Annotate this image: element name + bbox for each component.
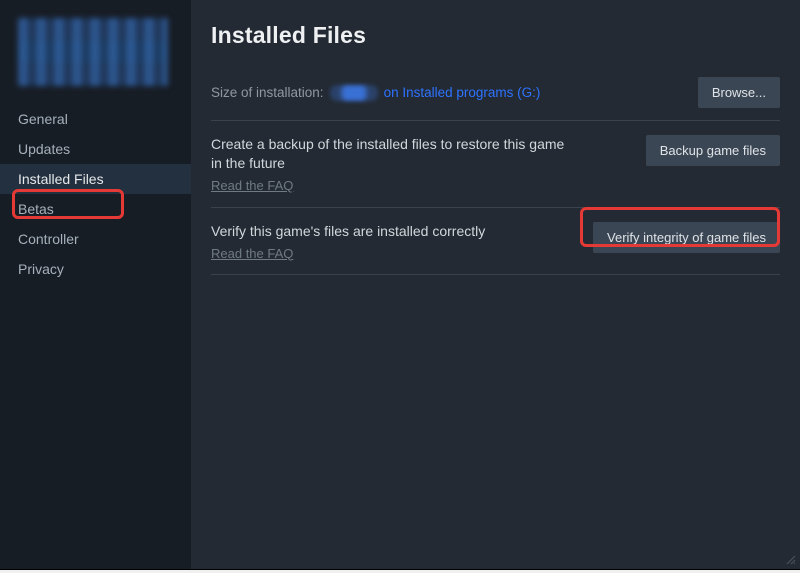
separator [211,120,780,121]
main-content: Installed Files Size of installation: on… [191,0,800,569]
verify-faq-link[interactable]: Read the FAQ [211,245,293,263]
sidebar: General Updates Installed Files Betas Co… [0,0,191,569]
sidebar-nav: General Updates Installed Files Betas Co… [0,104,191,284]
game-header-thumbnail [18,18,168,86]
properties-window: General Updates Installed Files Betas Co… [0,0,800,569]
backup-row: Create a backup of the installed files t… [211,135,780,195]
sidebar-item-privacy[interactable]: Privacy [0,254,191,284]
verify-row: Verify this game's files are installed c… [211,222,780,263]
page-title: Installed Files [211,22,780,49]
install-size-label: Size of installation: [211,85,324,100]
separator [211,274,780,275]
sidebar-item-general[interactable]: General [0,104,191,134]
verify-description: Verify this game's files are installed c… [211,223,485,239]
backup-faq-link[interactable]: Read the FAQ [211,177,293,195]
verify-integrity-button[interactable]: Verify integrity of game files [593,222,780,253]
install-size-value-blurred [330,85,378,101]
separator [211,207,780,208]
sidebar-item-controller[interactable]: Controller [0,224,191,254]
install-size-row: Size of installation: on Installed progr… [211,77,780,108]
browse-button[interactable]: Browse... [698,77,780,108]
backup-game-files-button[interactable]: Backup game files [646,135,780,166]
sidebar-item-updates[interactable]: Updates [0,134,191,164]
sidebar-item-installed-files[interactable]: Installed Files [0,164,191,194]
sidebar-item-betas[interactable]: Betas [0,194,191,224]
install-location-link[interactable]: on Installed programs (G:) [384,85,541,100]
resize-grip-icon[interactable] [784,553,798,567]
backup-description: Create a backup of the installed files t… [211,136,564,171]
